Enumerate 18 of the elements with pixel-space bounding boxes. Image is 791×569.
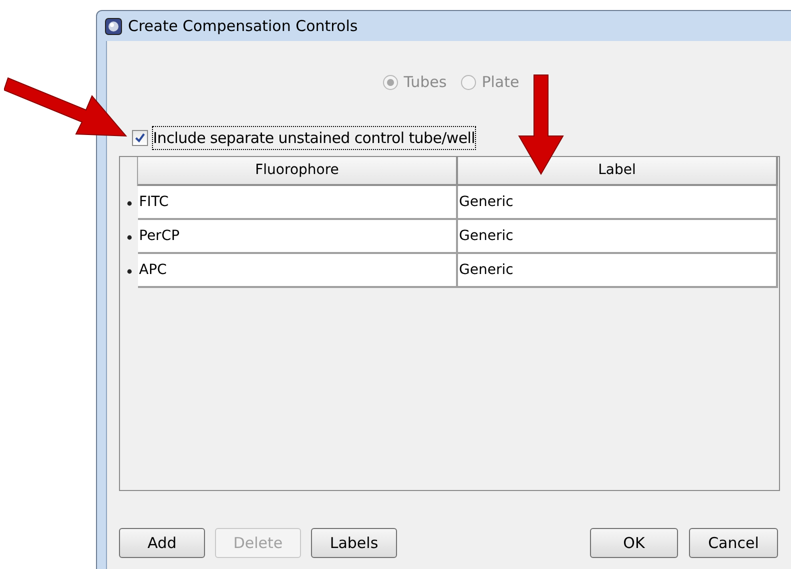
row-marker-icon [126,200,132,206]
table-cell: Generic [458,254,778,288]
table-cell: FITC [138,186,458,220]
dialog-button[interactable]: Add [119,528,205,558]
column-header[interactable]: Fluorophore [138,157,458,186]
row-marker-icon [126,234,132,240]
table-cell: Generic [458,220,778,254]
checkmark-icon [134,132,146,144]
window-title: Create Compensation Controls [128,16,358,37]
column-header[interactable]: Label [458,157,778,186]
app-icon [105,18,122,34]
row-marker-icon [126,268,132,274]
table-cell: Generic [458,186,778,220]
table-cell: PerCP [138,220,458,254]
table-cell: APC [138,254,458,288]
dialog-button[interactable]: OK [590,528,678,558]
dialog-button[interactable]: Cancel [689,528,778,558]
dialog-button[interactable]: Labels [311,528,397,558]
